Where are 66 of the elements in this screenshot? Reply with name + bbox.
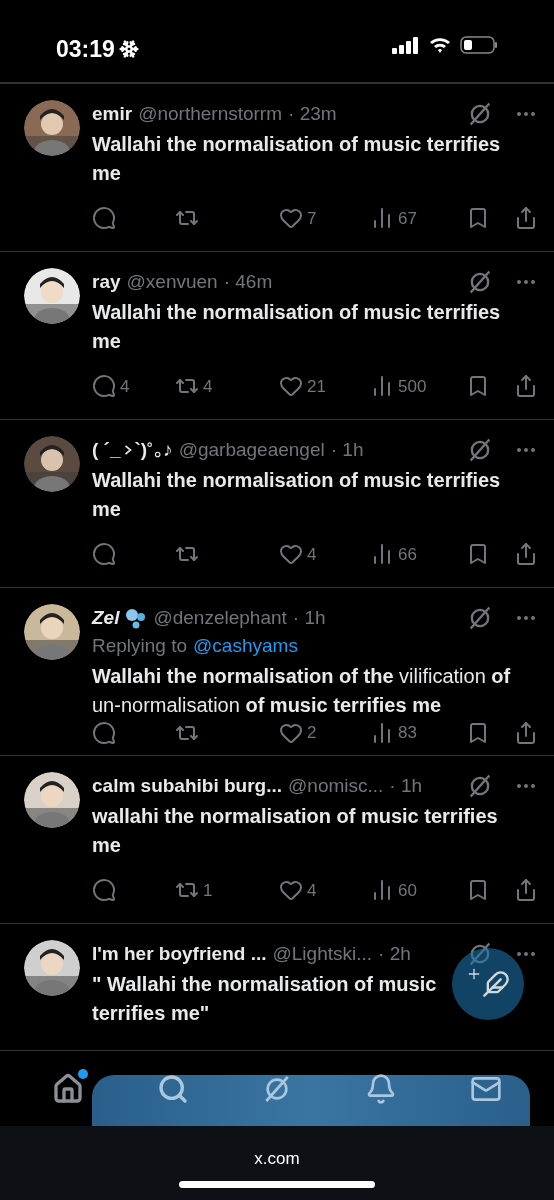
reply-icon[interactable] <box>92 206 116 231</box>
clock-time: 03:19 <box>56 35 115 64</box>
snowflake-icon <box>118 39 139 60</box>
feather-icon <box>482 970 510 998</box>
author-name[interactable]: calm subahibi burg... <box>92 771 283 801</box>
battery-icon <box>460 36 498 54</box>
small-circles-icon <box>147 441 164 459</box>
post-text: Wallahi the normalisation of music terrifies me <box>92 300 502 354</box>
author-name[interactable]: I'm her boyfriend ... <box>92 939 267 969</box>
post-text: Wallahi the normalisation of the vilification of un-normalisation of music terrifies me <box>92 664 512 718</box>
author-handle[interactable]: @garbageaengel <box>178 435 325 465</box>
author-name[interactable]: emir <box>92 99 133 129</box>
share-icon[interactable] <box>514 720 538 745</box>
kaomoji-note: ♪ <box>163 437 173 462</box>
action-count: 2 <box>307 722 317 744</box>
replying-label: Replying to <box>92 633 188 658</box>
post-text: Wallahi the normalisation of music terrifies me <box>92 132 502 186</box>
plus-icon <box>466 966 482 982</box>
author-handle[interactable]: @northernstorrm <box>138 99 283 129</box>
share-icon[interactable] <box>514 374 538 399</box>
action-count: 21 <box>307 375 326 398</box>
action-count: 4 <box>307 543 317 566</box>
like-icon[interactable] <box>279 542 303 567</box>
like-icon[interactable] <box>279 206 303 231</box>
action-count: 60 <box>398 879 417 902</box>
action-count: 83 <box>398 722 417 744</box>
signal-icon <box>392 36 420 54</box>
action-count: 66 <box>398 543 417 566</box>
wifi-icon <box>428 36 452 54</box>
url-text[interactable]: x.com <box>254 1146 300 1172</box>
reply-icon[interactable] <box>92 542 116 567</box>
like-icon[interactable] <box>279 374 303 399</box>
post-time: · 1h <box>389 773 423 798</box>
like-icon[interactable] <box>279 878 303 903</box>
kaomoji-text: `) <box>134 437 148 462</box>
reply-icon[interactable] <box>92 878 116 903</box>
author-name[interactable]: ( ´_ <box>92 435 121 465</box>
home-icon[interactable] <box>52 1072 85 1105</box>
action-count: 4 <box>307 879 317 902</box>
post-time: · 1h <box>292 605 326 630</box>
author-handle[interactable]: @Lightski... <box>272 939 373 969</box>
reply-link[interactable]: @cashyams <box>193 631 298 661</box>
action-count: 4 <box>120 375 130 398</box>
action-count: 1 <box>203 879 213 902</box>
author-handle[interactable]: @xenvuen <box>126 267 218 297</box>
action-count: 7 <box>307 207 317 230</box>
share-icon[interactable] <box>514 878 538 903</box>
author-handle[interactable]: @denzelephant <box>153 603 287 633</box>
post-time: · 23m <box>288 101 337 126</box>
action-count: 4 <box>203 375 213 398</box>
share-icon[interactable] <box>514 542 538 567</box>
post-time: · 1h <box>330 437 364 462</box>
post-text: " Wallahi the normalisation of music terrifies me" <box>92 972 438 1026</box>
reply-icon[interactable] <box>92 374 116 399</box>
share-icon[interactable] <box>514 206 538 231</box>
author-handle[interactable]: @nomisc... <box>288 771 384 801</box>
author-name[interactable]: ray <box>92 267 121 297</box>
search-icon[interactable] <box>156 1072 189 1105</box>
post-time: · 46m <box>223 269 273 294</box>
post-text: Wallahi the normalisation of music terrifies me <box>92 468 502 522</box>
author-name[interactable]: Zel <box>92 603 120 633</box>
post-time: · 2h <box>378 941 411 966</box>
action-count: 67 <box>398 207 417 230</box>
post-text: wallahi the normalisation of music terrifies me <box>92 804 499 858</box>
reply-icon[interactable] <box>92 720 116 745</box>
action-count: 500 <box>398 375 427 398</box>
